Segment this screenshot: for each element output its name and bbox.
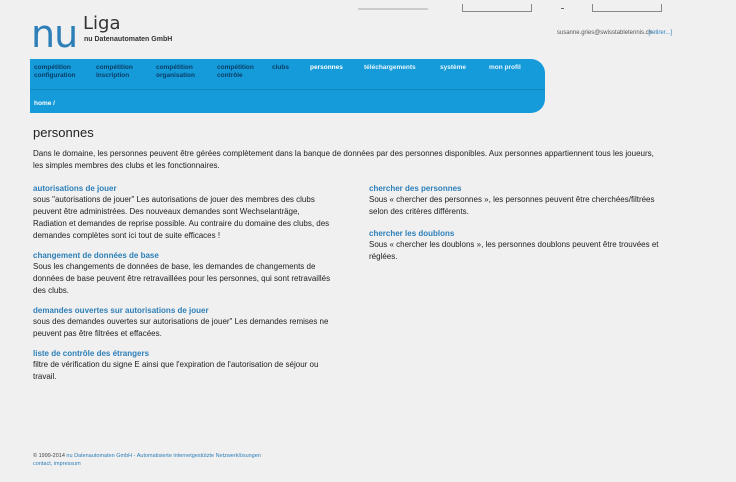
nav-item-line1: compétition: [217, 64, 254, 71]
nav-item-line1: compétition: [34, 64, 71, 71]
nav-item-line2: organisation: [156, 72, 196, 79]
section-text: filtre de vérification du signe E ainsi …: [33, 360, 319, 381]
intro-text: Dans le domaine, les personnes peuvent ê…: [33, 149, 654, 170]
section-chercher-personnes: chercher des personnes Sous « chercher d…: [369, 183, 659, 218]
section-text: Sous « chercher des personnes », les per…: [369, 195, 655, 216]
logo-nu[interactable]: nu: [31, 15, 78, 53]
impressum-link[interactable]: impressum: [54, 461, 81, 467]
section-changement: changement de données de base Sous les c…: [33, 250, 333, 297]
header: nu Liga nu Datenautomaten GmbH susanne.g…: [0, 0, 736, 56]
nav-divider: [30, 89, 545, 90]
footer: © 1999-2014 nu Datenautomaten GmbH - Aut…: [33, 452, 261, 468]
section-text: Sous les changements de données de base,…: [33, 262, 331, 295]
section-autorisations: autorisations de jouer sous "autorisatio…: [33, 183, 333, 242]
contact-link[interactable]: contact: [33, 461, 51, 467]
main-navigation: compétition configuration compétition in…: [30, 59, 545, 113]
breadcrumb[interactable]: home /: [34, 100, 55, 107]
right-column: chercher des personnes Sous « chercher d…: [369, 183, 659, 263]
section-title-link[interactable]: changement de données de base: [33, 250, 333, 261]
nav-item-mon-profil[interactable]: mon profil: [489, 64, 521, 72]
section-demandes-ouvertes: demandes ouvertes sur autorisations de j…: [33, 305, 333, 340]
main-content: personnes Dans le domaine, les personnes…: [33, 125, 673, 172]
page-title: personnes: [33, 125, 94, 140]
nav-item-line2: contrôle: [217, 72, 243, 79]
nav-item-line1: mon profil: [489, 64, 521, 71]
logout-link[interactable]: [retirer...]: [648, 30, 672, 36]
nav-item-telechargements[interactable]: téléchargements: [364, 64, 416, 72]
user-email: susanne.gries@swisstabletennis.ch: [556, 30, 652, 36]
nav-item-competition-inscription[interactable]: compétition inscription: [96, 64, 133, 80]
section-text: sous des demandes ouvertes sur autorisat…: [33, 317, 329, 338]
logo-liga[interactable]: Liga: [83, 15, 121, 33]
nav-item-line1: système: [440, 64, 467, 71]
nav-item-line2: inscription: [96, 72, 130, 79]
logo-subtitle: nu Datenautomaten GmbH: [84, 36, 173, 43]
section-title-link[interactable]: liste de contrôle des étrangers: [33, 348, 333, 359]
nav-item-competition-controle[interactable]: compétition contrôle: [217, 64, 254, 80]
section-liste-etrangers: liste de contrôle des étrangers filtre d…: [33, 348, 333, 383]
left-column: autorisations de jouer sous "autorisatio…: [33, 183, 333, 383]
section-title-link[interactable]: chercher des personnes: [369, 183, 659, 194]
nav-item-line2: configuration: [34, 72, 76, 79]
nav-item-line1: compétition: [156, 64, 193, 71]
nav-item-systeme[interactable]: système: [440, 64, 466, 72]
section-title-link[interactable]: autorisations de jouer: [33, 183, 333, 194]
company-link[interactable]: nu Datenautomaten GmbH - Automatisierte …: [66, 453, 260, 459]
section-text: Sous « chercher les doublons », les pers…: [369, 240, 659, 261]
nav-item-line1: clubs: [272, 64, 289, 71]
nav-item-personnes[interactable]: personnes: [310, 64, 343, 72]
nav-item-line1: compétition: [96, 64, 133, 71]
section-text: sous "autorisations de jouer" Les autori…: [33, 195, 330, 240]
nav-item-competition-organisation[interactable]: compétition organisation: [156, 64, 195, 80]
copyright: © 1999-2014: [33, 453, 65, 459]
section-title-link[interactable]: demandes ouvertes sur autorisations de j…: [33, 305, 333, 316]
section-chercher-doublons: chercher les doublons Sous « chercher le…: [369, 228, 659, 263]
section-title-link[interactable]: chercher les doublons: [369, 228, 659, 239]
nav-item-line1: personnes: [310, 64, 343, 71]
nav-item-line1: téléchargements: [364, 64, 416, 71]
nav-item-clubs[interactable]: clubs: [272, 64, 289, 72]
nav-item-competition-configuration[interactable]: compétition configuration: [34, 64, 76, 80]
